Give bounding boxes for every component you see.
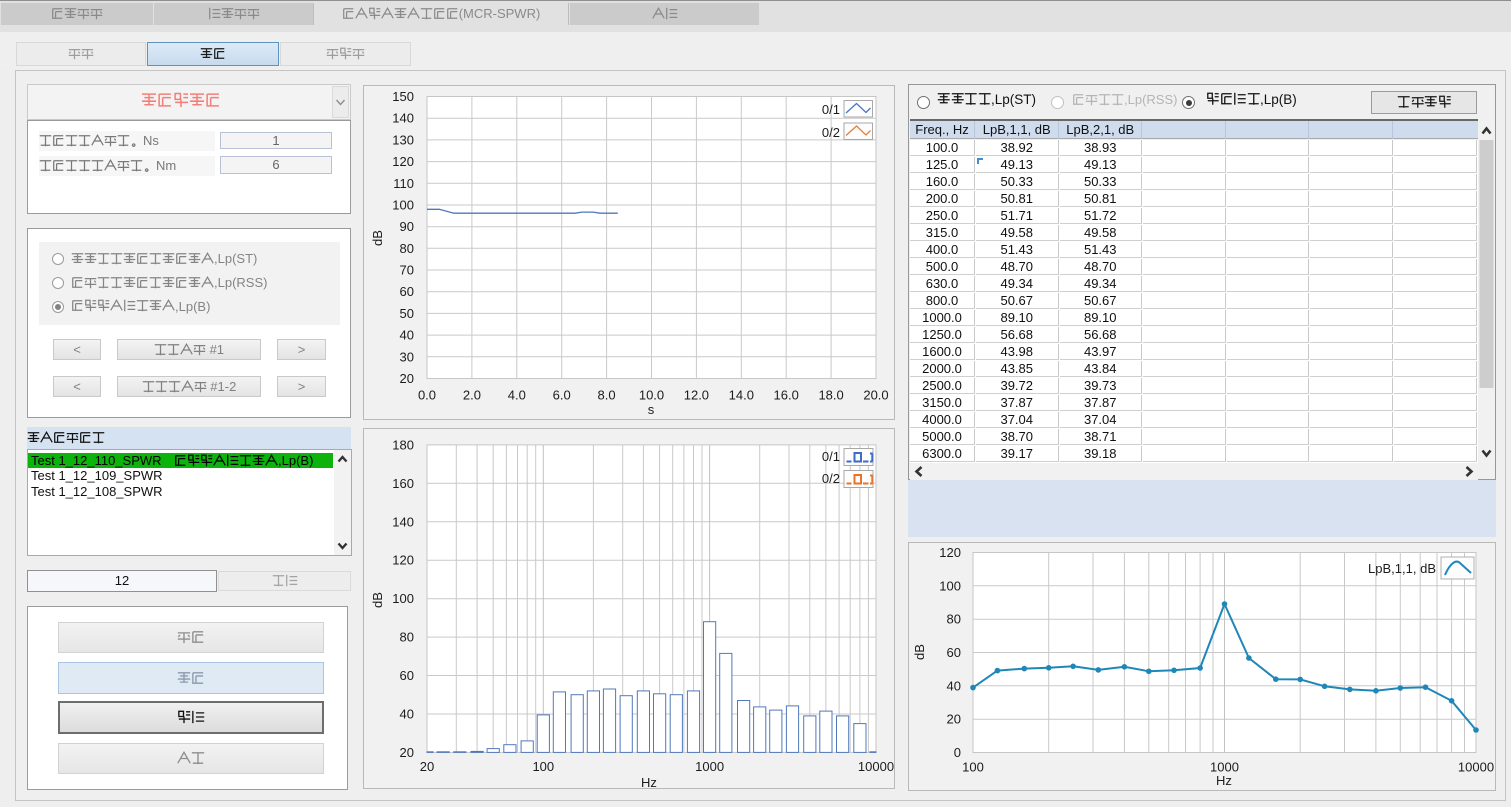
svg-text:12.0: 12.0 — [684, 388, 709, 403]
svg-text:0/1: 0/1 — [822, 102, 840, 117]
svg-text:dB: dB — [370, 230, 385, 246]
svg-text:dB: dB — [912, 644, 927, 660]
svg-text:20: 20 — [400, 371, 414, 386]
svg-text:60: 60 — [400, 284, 414, 299]
svg-text:0/1: 0/1 — [822, 449, 840, 464]
svg-text:0/2: 0/2 — [822, 471, 840, 486]
svg-text:100: 100 — [532, 759, 554, 774]
svg-text:120: 120 — [392, 553, 414, 568]
svg-text:0.0: 0.0 — [418, 388, 436, 403]
svg-text:16.0: 16.0 — [774, 388, 799, 403]
svg-text:20: 20 — [400, 745, 414, 760]
svg-text:20: 20 — [420, 759, 434, 774]
svg-text:140: 140 — [392, 514, 414, 529]
svg-text:150: 150 — [392, 89, 414, 104]
svg-text:s: s — [648, 402, 655, 417]
svg-text:20: 20 — [947, 712, 961, 727]
svg-text:LpB,1,1, dB: LpB,1,1, dB — [1368, 561, 1436, 576]
svg-text:110: 110 — [393, 176, 414, 191]
svg-text:Hz: Hz — [1216, 773, 1232, 788]
svg-text:120: 120 — [939, 545, 961, 560]
svg-text:40: 40 — [400, 328, 414, 343]
svg-text:20.0: 20.0 — [863, 388, 888, 403]
svg-text:6.0: 6.0 — [553, 388, 571, 403]
svg-text:10000: 10000 — [1458, 760, 1494, 775]
svg-text:80: 80 — [400, 241, 414, 256]
svg-text:Hz: Hz — [641, 775, 657, 789]
svg-text:100: 100 — [392, 198, 414, 213]
svg-text:100: 100 — [962, 760, 984, 775]
svg-text:70: 70 — [400, 263, 414, 278]
svg-text:160: 160 — [392, 476, 414, 491]
svg-text:0/2: 0/2 — [822, 125, 840, 140]
svg-text:2.0: 2.0 — [463, 388, 481, 403]
svg-text:dB: dB — [370, 592, 385, 608]
svg-text:100: 100 — [939, 578, 961, 593]
svg-text:80: 80 — [947, 612, 961, 627]
svg-text:10000: 10000 — [858, 759, 894, 774]
svg-text:180: 180 — [392, 437, 414, 452]
svg-text:1000: 1000 — [695, 759, 724, 774]
svg-text:60: 60 — [400, 668, 414, 683]
svg-text:14.0: 14.0 — [729, 388, 754, 403]
svg-text:50: 50 — [400, 306, 414, 321]
svg-text:140: 140 — [392, 111, 414, 126]
svg-text:120: 120 — [392, 154, 414, 169]
svg-text:80: 80 — [400, 630, 414, 645]
svg-text:30: 30 — [400, 349, 414, 364]
svg-text:0: 0 — [954, 745, 961, 760]
svg-text:60: 60 — [947, 645, 961, 660]
svg-text:40: 40 — [947, 678, 961, 693]
svg-text:130: 130 — [392, 132, 414, 147]
svg-text:4.0: 4.0 — [508, 388, 526, 403]
svg-text:100: 100 — [392, 591, 414, 606]
svg-text:40: 40 — [400, 707, 414, 722]
svg-text:90: 90 — [400, 219, 414, 234]
svg-text:8.0: 8.0 — [598, 388, 616, 403]
svg-text:18.0: 18.0 — [818, 388, 843, 403]
svg-text:10.0: 10.0 — [639, 388, 664, 403]
